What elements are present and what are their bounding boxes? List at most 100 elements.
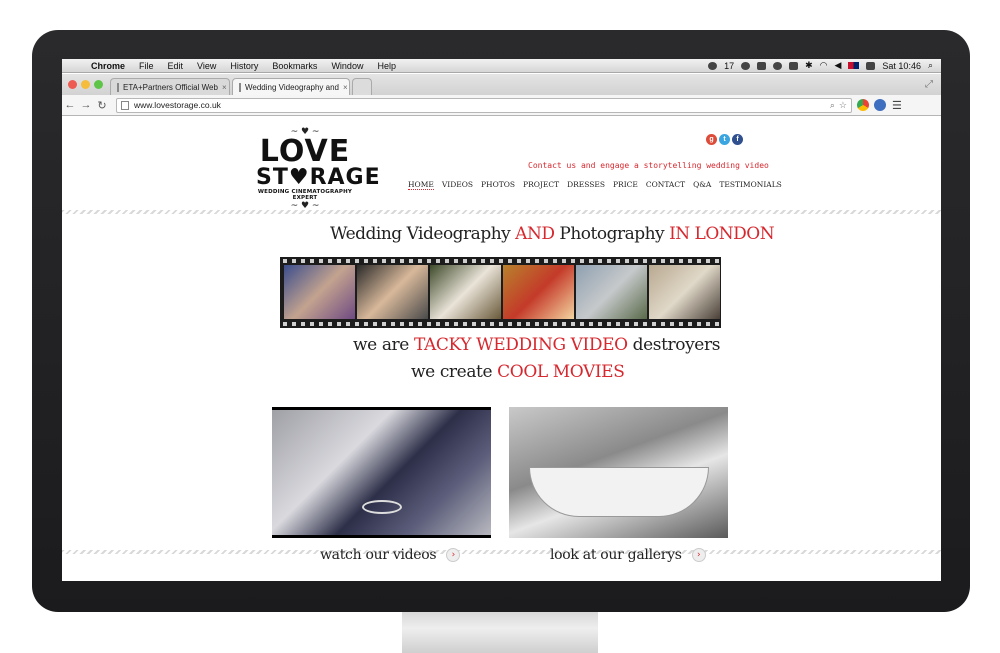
film-frame-photo <box>503 265 574 319</box>
social-links: g t f <box>706 134 743 145</box>
search-icon[interactable]: ⌕ <box>928 60 933 71</box>
menu-window[interactable]: Window <box>324 61 370 71</box>
videos-label: watch our videos <box>320 547 437 563</box>
chrome-menu-icon[interactable]: ☰ <box>892 99 902 112</box>
arrow-right-icon[interactable]: › <box>691 548 706 562</box>
page-icon <box>121 100 129 110</box>
watch-videos-link[interactable]: watch our videos › <box>320 547 461 563</box>
footer-divider <box>62 550 941 554</box>
clock[interactable]: Sat 10:46 <box>882 61 921 71</box>
window-controls <box>68 80 103 89</box>
extension-icon[interactable] <box>857 99 869 111</box>
nav-photos[interactable]: PHOTOS <box>481 180 515 190</box>
headline-part: Photography <box>559 224 665 244</box>
notification-badge[interactable]: 17 <box>724 61 734 71</box>
close-tab-icon[interactable]: × <box>343 83 348 92</box>
monitor-stand <box>402 612 598 653</box>
photo-filmstrip <box>280 257 721 328</box>
facebook-icon[interactable]: f <box>732 134 743 145</box>
logo-subtitle: WEDDING CINEMATOGRAPHY EXPERT <box>257 189 353 201</box>
tab-label: ETA+Partners Official Web <box>123 82 218 92</box>
address-bar[interactable]: www.lovestorage.co.uk ⌕ ☆ <box>116 97 852 113</box>
battery-app-icon[interactable] <box>757 61 767 70</box>
omnibox-actions: ⌕ ☆ <box>830 100 851 111</box>
slogan-accent: TACKY WEDDING VIDEO <box>413 335 628 355</box>
back-icon[interactable]: ← <box>62 99 78 111</box>
videos-card-image[interactable] <box>272 407 491 538</box>
logo-line1: LOVE <box>259 134 351 169</box>
slogan-line-1: we are TACKY WEDDING VIDEO destroyers <box>353 335 720 355</box>
film-frame-photo <box>357 265 428 319</box>
volume-icon[interactable]: ◀ <box>835 60 842 71</box>
site-logo[interactable]: ~ ♥ ~ LOVE ST♥RAGE WEDDING CINEMATOGRAPH… <box>256 127 381 211</box>
main-nav: HOME VIDEOS PHOTOS PROJECT DRESSES PRICE… <box>408 180 782 190</box>
film-frame-photo <box>284 265 355 319</box>
tab-label: Wedding Videography and <box>245 82 339 92</box>
header-divider <box>62 210 941 214</box>
slogan-accent: COOL MOVIES <box>497 362 625 382</box>
extension-2-icon[interactable] <box>874 99 886 111</box>
arrow-right-icon[interactable]: › <box>446 548 461 562</box>
nav-price[interactable]: PRICE <box>613 180 638 190</box>
favicon-icon <box>117 82 119 92</box>
time-machine-icon[interactable] <box>773 61 783 70</box>
film-frame-photo <box>576 265 647 319</box>
bluetooth-icon[interactable]: ✱ <box>805 60 813 71</box>
nav-qa[interactable]: Q&A <box>693 180 711 190</box>
zoom-icon[interactable]: ⌕ <box>830 100 835 111</box>
tab-wedding-videography[interactable]: Wedding Videography and × <box>232 78 350 95</box>
nav-project[interactable]: PROJECT <box>523 180 559 190</box>
display-icon[interactable] <box>789 61 799 70</box>
logo-line2: ST♥RAGE <box>256 165 381 190</box>
film-frame-photo <box>649 265 720 319</box>
wifi-icon[interactable]: ◠ <box>820 60 828 71</box>
galleries-link[interactable]: look at our gallerys › <box>550 547 706 563</box>
menu-edit[interactable]: Edit <box>161 61 191 71</box>
nav-videos[interactable]: VIDEOS <box>442 180 473 190</box>
twitter-icon[interactable]: t <box>719 134 730 145</box>
bookmark-star-icon[interactable]: ☆ <box>839 100 847 111</box>
nav-testimonials[interactable]: TESTIMONIALS <box>719 180 781 190</box>
film-perforations <box>280 322 721 326</box>
battery-icon[interactable] <box>866 61 876 70</box>
mac-menubar: Chrome File Edit View History Bookmarks … <box>62 59 941 73</box>
new-tab-button[interactable] <box>352 78 372 95</box>
tab-eta-partners[interactable]: ETA+Partners Official Web × <box>110 78 230 95</box>
menu-file[interactable]: File <box>132 61 161 71</box>
uk-flag-icon[interactable] <box>848 62 860 69</box>
screen: Chrome File Edit View History Bookmarks … <box>62 59 941 581</box>
headline-part: Wedding Videography <box>330 224 511 244</box>
menu-view[interactable]: View <box>190 61 223 71</box>
fullscreen-icon[interactable]: ⤢ <box>925 79 933 90</box>
minimize-window-button[interactable] <box>81 80 90 89</box>
menu-history[interactable]: History <box>223 61 265 71</box>
browser-toolbar: ← → ↻ www.lovestorage.co.uk ⌕ ☆ ☰ <box>62 95 941 116</box>
nav-home[interactable]: HOME <box>408 180 434 190</box>
slogan-text: we are <box>353 335 409 355</box>
gallery-card-image[interactable] <box>509 407 728 538</box>
page-headline: Wedding Videography AND Photography IN L… <box>330 224 775 244</box>
url-text[interactable]: www.lovestorage.co.uk <box>134 100 221 110</box>
slogan-text: we create <box>411 362 493 382</box>
alien-icon[interactable] <box>708 61 718 70</box>
menu-chrome[interactable]: Chrome <box>84 61 132 71</box>
film-perforations <box>280 259 721 263</box>
headline-accent: IN LONDON <box>669 224 775 244</box>
forward-icon[interactable]: → <box>78 99 94 111</box>
nav-dresses[interactable]: DRESSES <box>567 180 605 190</box>
reload-icon[interactable]: ↻ <box>94 99 110 112</box>
status-area: 17 ✱ ◠ ◀ Sat 10:46 ⌕ <box>708 60 941 71</box>
contact-tagline[interactable]: Contact us and engage a storytelling wed… <box>528 161 769 170</box>
menu-help[interactable]: Help <box>370 61 403 71</box>
nav-contact[interactable]: CONTACT <box>646 180 685 190</box>
web-page: ~ ♥ ~ LOVE ST♥RAGE WEDDING CINEMATOGRAPH… <box>62 117 941 581</box>
tab-strip: ETA+Partners Official Web × Wedding Vide… <box>62 74 941 95</box>
zoom-window-button[interactable] <box>94 80 103 89</box>
ring-icon <box>362 500 402 514</box>
close-window-button[interactable] <box>68 80 77 89</box>
google-plus-icon[interactable]: g <box>706 134 717 145</box>
slogan-text: destroyers <box>632 335 721 355</box>
dropbox-icon[interactable] <box>741 61 751 70</box>
menu-bookmarks[interactable]: Bookmarks <box>265 61 324 71</box>
close-tab-icon[interactable]: × <box>222 83 227 92</box>
